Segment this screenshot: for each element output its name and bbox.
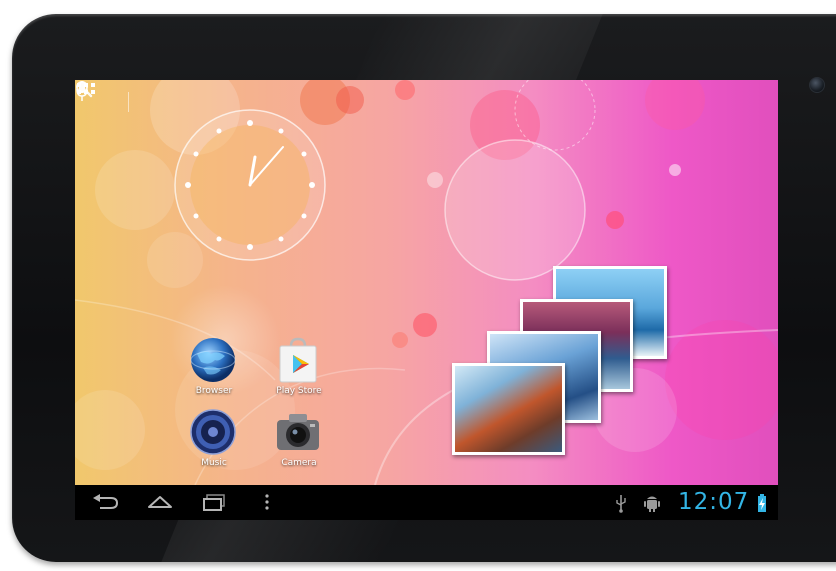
- app-music-label: Music: [201, 458, 227, 468]
- system-navigation-bar: 12:07: [75, 485, 778, 520]
- overflow-menu-icon[interactable]: [261, 491, 273, 513]
- shopping-bag-play-icon: [279, 337, 317, 383]
- speaker-icon: [190, 409, 236, 455]
- wallpaper: Browser Play Store Music Camera: [75, 80, 778, 485]
- home-screen: Browser Play Store Music Camera 12:07: [75, 80, 778, 520]
- usb-icon: [616, 495, 626, 513]
- app-camera[interactable]: Camera: [269, 408, 329, 472]
- home-icon[interactable]: [145, 491, 175, 513]
- battery-charging-icon: [758, 494, 766, 512]
- back-arrow-icon[interactable]: [91, 491, 121, 513]
- recent-apps-icon[interactable]: [201, 491, 229, 513]
- camera-icon: [277, 414, 319, 450]
- app-camera-label: Camera: [281, 458, 317, 468]
- app-browser-label: Browser: [195, 386, 233, 396]
- app-music[interactable]: Music: [184, 408, 244, 472]
- app-browser[interactable]: Browser: [184, 336, 244, 400]
- android-debug-icon: [644, 496, 660, 512]
- all-apps-grid-icon[interactable]: [75, 80, 97, 102]
- app-play-store[interactable]: Play Store: [269, 336, 329, 400]
- search-bar-divider: [128, 92, 129, 112]
- analog-clock-icon[interactable]: [170, 105, 330, 265]
- globe-icon: [190, 338, 236, 382]
- status-clock[interactable]: 12:07: [678, 489, 749, 515]
- front-camera-lens: [809, 77, 825, 93]
- gallery-photo-stack-widget[interactable]: [450, 266, 670, 456]
- app-play-store-label: Play Store: [276, 386, 322, 396]
- gallery-photo-1: [452, 363, 565, 455]
